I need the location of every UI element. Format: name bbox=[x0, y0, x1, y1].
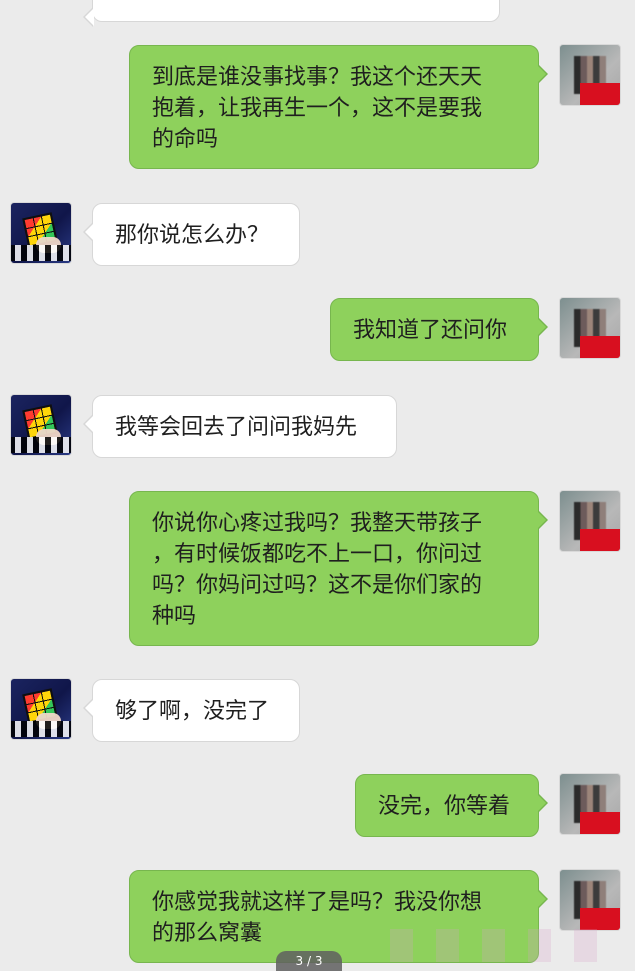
avatar bbox=[10, 678, 72, 740]
blurred-body bbox=[580, 336, 620, 358]
page-indicator: 3 / 3 bbox=[276, 951, 342, 971]
chat-bubble[interactable]: 我知道了还问你 bbox=[330, 298, 548, 361]
chat-bubble[interactable]: 够了啊，没完了 bbox=[83, 679, 300, 742]
avatar bbox=[559, 490, 621, 552]
avatar bbox=[559, 773, 621, 835]
avatar bbox=[10, 202, 72, 264]
blurred-watermark bbox=[390, 929, 620, 962]
chat-bubble[interactable]: 那你说怎么办？ bbox=[83, 203, 300, 266]
avatar bbox=[10, 394, 72, 456]
avatar bbox=[559, 869, 621, 931]
chat-bubble[interactable]: 到底是谁没事找事？我这个还天天 抱着，让我再生一个，这不是要我 的命吗 bbox=[129, 45, 548, 169]
chat-thread: 到底是谁没事找事？我这个还天天 抱着，让我再生一个，这不是要我 的命吗 那你说怎… bbox=[0, 0, 635, 971]
stripe-pattern bbox=[11, 721, 71, 737]
stripe-pattern bbox=[11, 245, 71, 261]
chat-bubble[interactable]: 我等会回去了问问我妈先 bbox=[83, 395, 397, 458]
chat-bubble-partial-top bbox=[83, 0, 500, 27]
stripe-pattern bbox=[11, 437, 71, 453]
blurred-body bbox=[580, 908, 620, 930]
chat-bubble[interactable]: 没完，你等着 bbox=[355, 774, 548, 837]
chat-bubble[interactable]: 你说你心疼过我吗？我整天带孩子 ，有时候饭都吃不上一口，你问过 吗？你妈问过吗？… bbox=[129, 491, 548, 646]
blurred-body bbox=[580, 83, 620, 105]
blurred-body bbox=[580, 812, 620, 834]
avatar bbox=[559, 44, 621, 106]
avatar bbox=[559, 297, 621, 359]
blurred-body bbox=[580, 529, 620, 551]
